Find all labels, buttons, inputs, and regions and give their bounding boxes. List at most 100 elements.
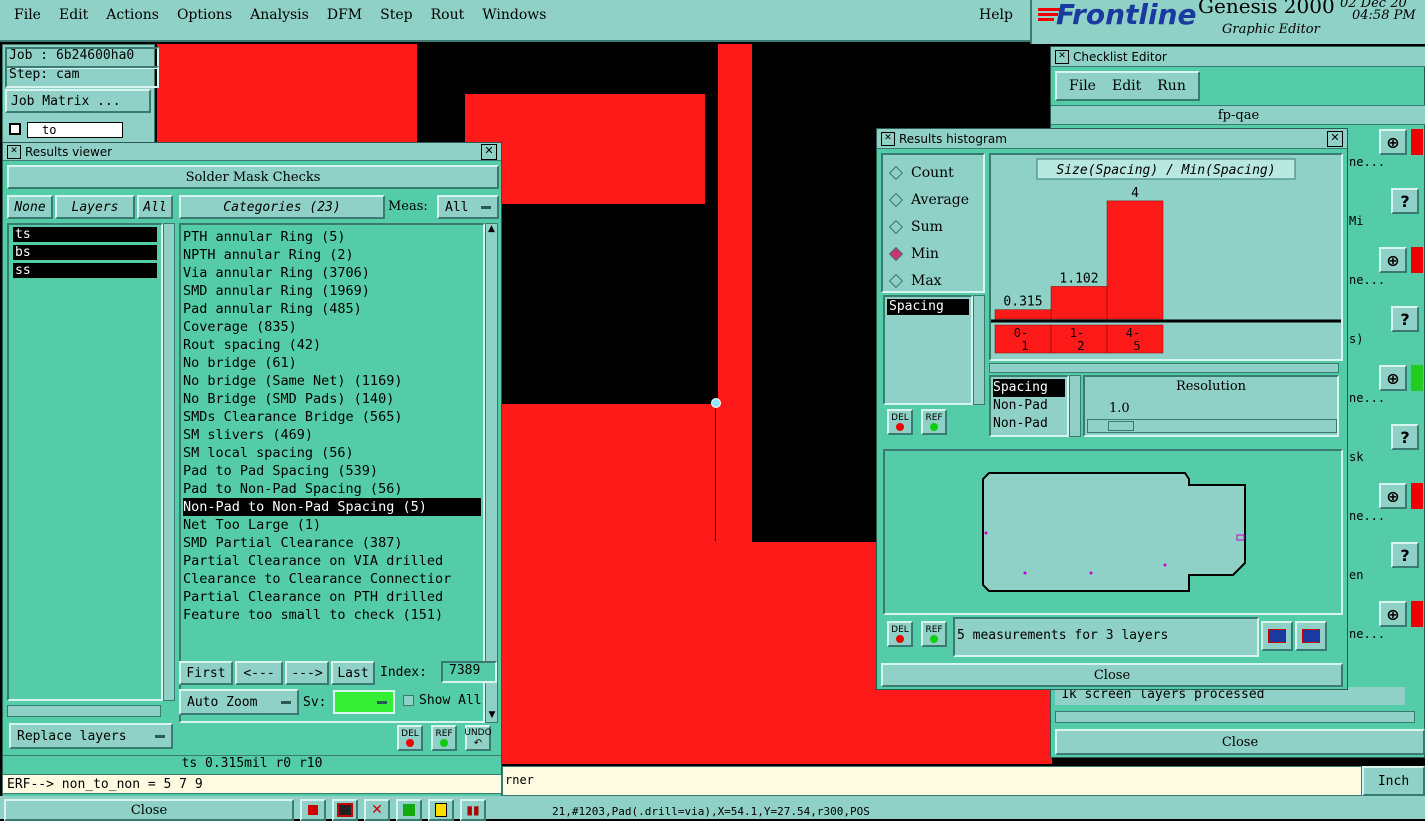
replace-layers-dropdown[interactable]: Replace layers — [9, 723, 173, 749]
ref-button[interactable]: REF — [431, 725, 457, 751]
tool-icon[interactable]: ▮▮ — [460, 799, 486, 821]
mode-radio-count[interactable]: Count — [883, 159, 983, 186]
zoom-icon[interactable]: ⊕ — [1379, 601, 1407, 627]
menu-step[interactable]: Step — [380, 7, 412, 23]
job-matrix-button[interactable]: Job Matrix ... — [5, 89, 151, 113]
units-button[interactable]: Inch — [1362, 766, 1425, 796]
layer-checkbox[interactable] — [9, 123, 21, 135]
show-all-checkbox[interactable] — [403, 695, 414, 706]
zoom-icon[interactable]: ⊕ — [1379, 129, 1407, 155]
zoom-icon[interactable]: ⊕ — [1379, 483, 1407, 509]
layer-item[interactable]: ts — [13, 227, 157, 242]
none-button[interactable]: None — [7, 195, 53, 219]
category-item[interactable]: SMD annular Ring (1969) — [183, 282, 481, 300]
tool-icon[interactable] — [428, 799, 454, 821]
layers-button[interactable]: Layers — [55, 195, 135, 219]
categories-button[interactable]: Categories (23) — [179, 195, 385, 219]
checklist-row[interactable]: en? — [1347, 538, 1425, 594]
results-viewer-close-button[interactable]: Close — [4, 799, 294, 821]
categories-scrollbar[interactable]: ▲ ▼ — [485, 223, 498, 723]
checklist-close-button[interactable]: Close — [1055, 729, 1425, 755]
help-icon[interactable]: ? — [1391, 188, 1419, 214]
category-item[interactable]: Net Too Large (1) — [183, 516, 481, 534]
lower-measure-item[interactable]: Non-Pad — [993, 415, 1065, 433]
lower-measure-item[interactable]: Non-Pad — [993, 397, 1065, 415]
category-item[interactable]: SM local spacing (56) — [183, 444, 481, 462]
category-item[interactable]: Pad to Non-Pad Spacing (56) — [183, 480, 481, 498]
checklist-menu-file[interactable]: File — [1069, 78, 1096, 94]
measurement-marker[interactable] — [711, 398, 721, 408]
histogram-bar[interactable] — [1106, 200, 1164, 320]
zoom-icon[interactable]: ⊕ — [1379, 365, 1407, 391]
layers-hscrollbar[interactable] — [7, 705, 161, 717]
category-item[interactable]: No bridge (Same Net) (1169) — [183, 372, 481, 390]
histogram-close-button[interactable]: Close — [881, 663, 1343, 687]
measure-item[interactable]: Spacing — [887, 299, 969, 315]
preview-ref-button[interactable]: REF — [921, 621, 947, 647]
lower-list-scrollbar[interactable] — [1069, 375, 1081, 437]
category-item[interactable]: Non-Pad to Non-Pad Spacing (5) — [183, 498, 481, 516]
category-item[interactable]: SMDs Clearance Bridge (565) — [183, 408, 481, 426]
categories-list[interactable]: PTH annular Ring (5) NPTH annular Ring (2… — [179, 223, 485, 723]
checklist-titlebar[interactable]: ✕ Checklist Editor — [1051, 47, 1425, 67]
window-menu-icon[interactable]: ✕ — [1055, 49, 1069, 64]
meas-dropdown[interactable]: All — [437, 195, 499, 219]
category-item[interactable]: Pad to Pad Spacing (539) — [183, 462, 481, 480]
checklist-hscrollbar[interactable] — [1055, 711, 1415, 723]
checklist-row[interactable]: ne... ⊕ — [1347, 125, 1425, 181]
category-item[interactable]: Feature too small to check (151) — [183, 606, 481, 624]
scroll-down-icon[interactable]: ▼ — [486, 710, 498, 722]
checklist-row[interactable]: Mi? — [1347, 184, 1425, 240]
prev-button[interactable]: <--- — [235, 661, 283, 685]
close-icon[interactable]: ✕ — [1327, 131, 1343, 147]
category-item[interactable]: Partial Clearance on VIA drilled — [183, 552, 481, 570]
mode-radio-average[interactable]: Average — [883, 186, 983, 213]
category-item[interactable]: Pad annular Ring (485) — [183, 300, 481, 318]
mode-radio-sum[interactable]: Sum — [883, 213, 983, 240]
close-icon[interactable]: ✕ — [481, 144, 497, 160]
tool-icon[interactable] — [300, 799, 326, 821]
checklist-menu-edit[interactable]: Edit — [1112, 78, 1141, 94]
menu-options[interactable]: Options — [177, 7, 232, 23]
help-icon[interactable]: ? — [1391, 306, 1419, 332]
resolution-slider-thumb[interactable] — [1108, 421, 1134, 431]
undo-button[interactable]: UNDO ↶ — [464, 725, 492, 751]
checklist-row[interactable]: ne... ⊕ — [1347, 243, 1425, 299]
window-menu-icon[interactable]: ✕ — [7, 144, 21, 159]
checklist-row[interactable]: ne... ⊕ — [1347, 597, 1425, 653]
category-item[interactable]: Rout spacing (42) — [183, 336, 481, 354]
checklist-menu-run[interactable]: Run — [1157, 78, 1186, 94]
menu-dfm[interactable]: DFM — [327, 7, 362, 23]
tool-icon[interactable]: ✕ — [364, 799, 390, 821]
del-button[interactable]: DEL — [397, 725, 423, 751]
menu-analysis[interactable]: Analysis — [250, 7, 309, 23]
mode-radio-min[interactable]: Min — [883, 240, 983, 267]
menu-actions[interactable]: Actions — [106, 7, 159, 23]
category-item[interactable]: No bridge (61) — [183, 354, 481, 372]
next-button[interactable]: ---> — [285, 661, 329, 685]
layer-item[interactable]: ss — [13, 263, 157, 278]
category-item[interactable]: SM slivers (469) — [183, 426, 481, 444]
histogram-del-button[interactable]: DEL — [887, 409, 913, 435]
measure-list[interactable]: Spacing — [883, 295, 973, 405]
last-button[interactable]: Last — [331, 661, 375, 685]
tool-icon[interactable] — [332, 799, 358, 821]
tool-icon[interactable] — [396, 799, 422, 821]
results-viewer-titlebar[interactable]: ✕ Results viewer ✕ — [3, 143, 501, 161]
preview-del-button[interactable]: DEL — [887, 621, 913, 647]
category-item[interactable]: Coverage (835) — [183, 318, 481, 336]
histogram-bar[interactable] — [994, 309, 1052, 320]
layer-field[interactable]: to — [27, 122, 123, 138]
menu-rout[interactable]: Rout — [431, 7, 465, 23]
category-item[interactable]: Partial Clearance on PTH drilled — [183, 588, 481, 606]
zoom-icon[interactable]: ⊕ — [1379, 247, 1407, 273]
measure-scrollbar[interactable] — [973, 295, 985, 405]
menu-file[interactable]: File — [14, 7, 41, 23]
layers-scrollbar[interactable] — [163, 223, 175, 701]
zoom-to-fit-icon[interactable] — [1261, 621, 1293, 651]
index-field[interactable]: 7389 — [441, 661, 497, 683]
category-item[interactable]: NPTH annular Ring (2) — [183, 246, 481, 264]
checklist-row[interactable]: sk? — [1347, 420, 1425, 476]
scroll-up-icon[interactable]: ▲ — [486, 224, 497, 236]
first-button[interactable]: First — [179, 661, 233, 685]
